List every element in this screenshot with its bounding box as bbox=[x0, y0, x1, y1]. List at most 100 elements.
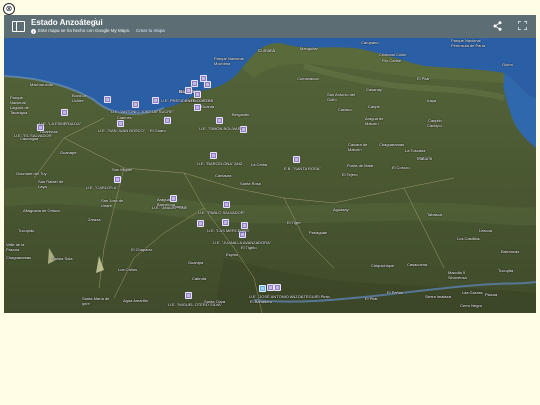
place-label: Aguasay bbox=[333, 207, 349, 212]
place-label: Caripe bbox=[368, 104, 380, 109]
map-header: Estado Anzoátegui ⋮ i Este mapa se ha he… bbox=[4, 15, 536, 38]
place-label: Barrancas bbox=[501, 249, 520, 254]
map-marker[interactable] bbox=[61, 109, 68, 116]
place-label: Sierra Imataca bbox=[425, 294, 452, 299]
marker-label: U.E. "EL SALVADOR" bbox=[14, 133, 53, 138]
place-label: Cerro Negro bbox=[460, 303, 483, 308]
create-map-link[interactable]: Crear tu mapa bbox=[136, 28, 165, 33]
marker-label: U.E. "JUANA LA AVANZADORA" bbox=[213, 240, 272, 245]
info-icon: i bbox=[31, 29, 36, 34]
place-label: El Guaro bbox=[150, 128, 166, 133]
place-label: Cantaura bbox=[215, 173, 232, 178]
marker-label: U.E. "LAS MERCEDES" bbox=[207, 228, 251, 233]
map-subtitle: Este mapa se ha hecho con Google My Maps… bbox=[38, 28, 131, 33]
map-marker[interactable] bbox=[191, 80, 198, 87]
map-marker[interactable] bbox=[194, 104, 201, 111]
map-marker[interactable] bbox=[114, 176, 121, 183]
close-icon[interactable]: ⊗ bbox=[3, 3, 15, 15]
place-label: Chaguaramas bbox=[6, 255, 32, 260]
map-marker[interactable] bbox=[293, 156, 300, 163]
map-marker[interactable] bbox=[274, 284, 281, 291]
map-marker[interactable] bbox=[216, 117, 223, 124]
marker-label: U.E. "MIGUEL OTERO SILVA" bbox=[168, 302, 223, 307]
place-label: Las Garzas bbox=[462, 290, 483, 295]
place-label: Santa Rosa bbox=[240, 181, 261, 186]
map-marker[interactable] bbox=[222, 219, 229, 226]
marker-label: U.E. "PABLO SALVADOR" bbox=[198, 210, 246, 215]
map-marker[interactable] bbox=[185, 87, 192, 94]
place-label: Ocumare del Tuy bbox=[16, 171, 47, 176]
map-marker[interactable] bbox=[185, 292, 192, 299]
place-label: Macolla 5 Sinovensa bbox=[448, 270, 467, 280]
marker-label: U.E. "LA ESMERALDA" bbox=[39, 121, 82, 126]
place-label: Bergantín bbox=[232, 112, 250, 117]
place-label: Cariaco bbox=[338, 107, 352, 112]
place-label: Carúpano bbox=[361, 40, 379, 45]
place-label: Aragua de Maturín bbox=[365, 116, 384, 126]
place-label: El Bañadero bbox=[250, 299, 273, 304]
map-marker[interactable] bbox=[194, 91, 201, 98]
place-label: Tucupido bbox=[18, 228, 35, 233]
map-marker[interactable] bbox=[223, 201, 230, 208]
place-label: Irapa bbox=[427, 98, 437, 103]
map-marker[interactable] bbox=[164, 117, 171, 124]
map-marker[interactable] bbox=[170, 195, 177, 202]
place-label: Zaraza bbox=[88, 217, 101, 222]
map-marker[interactable] bbox=[117, 120, 124, 127]
place-label: Cristobal Colón bbox=[379, 52, 407, 57]
place-label: Espino bbox=[226, 252, 239, 257]
map-marker[interactable] bbox=[210, 152, 217, 159]
share-icon[interactable] bbox=[493, 21, 502, 31]
place-label: Casanay bbox=[366, 87, 382, 92]
place-label: Caicara de Maturín bbox=[348, 142, 368, 152]
sidebar-toggle-icon[interactable] bbox=[12, 21, 25, 32]
map-canvas[interactable]: Cumaná Mariguitar Carúpano Parque Nacion… bbox=[4, 38, 536, 313]
place-label: Cumaná bbox=[258, 48, 276, 53]
map-marker[interactable] bbox=[197, 220, 204, 227]
marker-label: U.E. "JOSÉ ANTONIO ANZOÁTEGUI" bbox=[249, 294, 318, 299]
place-label: Cachipo bbox=[427, 123, 442, 128]
place-label: La Ceiba bbox=[251, 162, 268, 167]
place-label: San Rafael de Laya bbox=[38, 179, 64, 189]
place-label: Valle de la Pascua bbox=[6, 242, 25, 252]
place-label: El Pinto bbox=[316, 294, 330, 299]
map-marker[interactable] bbox=[104, 96, 111, 103]
place-label: San Antonio del Golfo bbox=[327, 92, 356, 102]
marker-label: U.E. "CARLOS A." bbox=[86, 185, 119, 190]
place-label: Cabruta bbox=[192, 276, 207, 281]
place-label: La Toscana bbox=[405, 148, 426, 153]
place-label: Machurucuto bbox=[30, 82, 54, 87]
place-label: Piacoa bbox=[485, 292, 498, 297]
place-label: El Tigre bbox=[287, 220, 301, 225]
place-label: Uracoa bbox=[479, 228, 492, 233]
place-label: Maturín bbox=[417, 156, 433, 161]
place-label: Guiria bbox=[502, 62, 513, 67]
fullscreen-icon[interactable] bbox=[518, 21, 527, 30]
marker-label: U.E. "ANACO" BNE bbox=[152, 205, 188, 210]
map-marker[interactable] bbox=[204, 81, 211, 88]
place-label: Agua Amarilla bbox=[123, 298, 148, 303]
place-label: Guanape bbox=[60, 150, 77, 155]
place-label: Cumanacoa bbox=[297, 76, 319, 81]
place-label: Los Castillos bbox=[457, 236, 480, 241]
place-label: Casacoima bbox=[407, 262, 428, 267]
place-label: Los Caños bbox=[118, 267, 138, 272]
place-label: Santa María de Ipire bbox=[82, 296, 110, 306]
marker-label: U.E. "SAN JUAN BOSCO" bbox=[98, 128, 146, 133]
place-label: El Peñón bbox=[387, 290, 404, 295]
place-label: San Miguel bbox=[112, 167, 133, 172]
more-options-icon[interactable]: ⋮ bbox=[92, 17, 99, 25]
map-marker[interactable] bbox=[152, 97, 159, 104]
map-marker-selected[interactable] bbox=[259, 285, 266, 292]
place-label: San José de Unare bbox=[101, 198, 124, 208]
marker-label: U.E. "SIMÓN BOLÍVAR" bbox=[199, 126, 242, 131]
marker-label: E.B. "SANTA ROSA" bbox=[284, 166, 321, 171]
map-embed[interactable]: Estado Anzoátegui ⋮ i Este mapa se ha he… bbox=[4, 15, 536, 313]
place-label: Chaguaramas bbox=[379, 142, 405, 147]
map-marker[interactable] bbox=[132, 101, 139, 108]
place-label: Guanipa bbox=[188, 260, 204, 265]
marker-label: U.E. "ANTONIO JOSÉ DE SUCRE" bbox=[111, 109, 175, 114]
place-label: Parque Nacional Mochima bbox=[214, 56, 244, 66]
place-label: Tucupita bbox=[498, 268, 514, 273]
map-marker[interactable] bbox=[267, 284, 274, 291]
